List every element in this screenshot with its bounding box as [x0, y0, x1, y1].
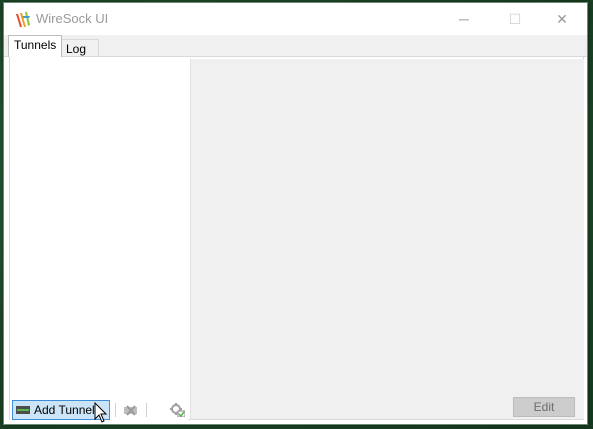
title-bar[interactable]: WireSock UI ─ ☐ ✕ [4, 3, 587, 35]
maximize-icon: ☐ [508, 10, 522, 27]
app-window: WireSock UI ─ ☐ ✕ Tunnels Log Add Tunnel [3, 2, 588, 425]
add-tunnel-label: Add Tunnel [34, 403, 95, 417]
delete-tunnel-icon[interactable] [123, 403, 139, 417]
toolbar-separator [115, 403, 116, 417]
tunnels-panel: Add Tunnel Edit [9, 56, 584, 421]
edit-button[interactable]: Edit [513, 397, 575, 417]
tab-log[interactable]: Log [60, 39, 99, 56]
tunnel-list[interactable] [10, 57, 188, 399]
window-title: WireSock UI [36, 11, 109, 26]
close-button[interactable]: ✕ [539, 3, 585, 35]
tab-tunnels[interactable]: Tunnels [8, 35, 63, 57]
close-icon: ✕ [556, 10, 568, 27]
minimize-button[interactable]: ─ [441, 3, 487, 35]
toolbar-separator [146, 403, 147, 417]
wiresock-logo-icon [16, 12, 30, 27]
tab-bar: Tunnels Log [4, 35, 587, 57]
add-tunnel-icon [16, 406, 30, 414]
settings-gear-icon[interactable] [169, 403, 185, 417]
minimize-icon: ─ [459, 11, 469, 27]
mouse-cursor-icon [94, 402, 108, 423]
maximize-button[interactable]: ☐ [492, 3, 538, 35]
tunnel-details-pane: Edit [190, 59, 584, 419]
